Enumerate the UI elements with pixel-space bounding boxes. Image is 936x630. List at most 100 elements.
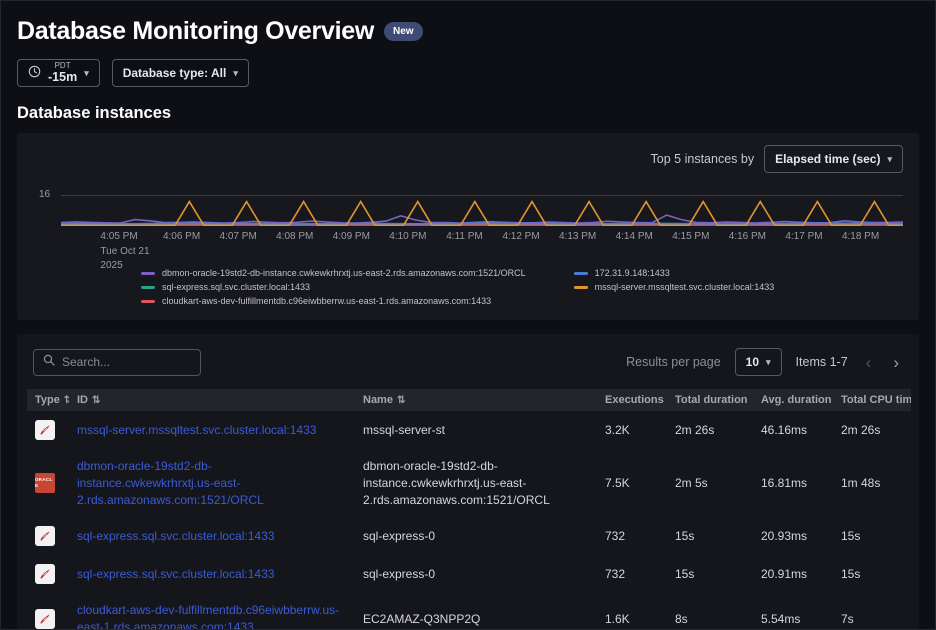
instance-id-link[interactable]: cloudkart-aws-dev-fulfillmentdb.c96eiwbb…	[77, 603, 339, 630]
instance-id-link[interactable]: sql-express.sql.svc.cluster.local:1433	[77, 529, 274, 543]
legend-label: dbmon-oracle-19std2-db-instance.cwkewkrh…	[162, 268, 526, 278]
dashboard: Database Monitoring Overview New PDT -15…	[0, 0, 936, 630]
cell-id: mssql-server.mssqltest.svc.cluster.local…	[69, 411, 355, 449]
page-size-dropdown[interactable]: 10 ▾	[735, 348, 782, 376]
previous-page-button[interactable]: ‹	[862, 354, 876, 371]
instance-id-link[interactable]: dbmon-oracle-19std2-db-instance.cwkewkrh…	[77, 459, 264, 507]
column-header-name[interactable]: Name⇅	[355, 389, 597, 411]
chevron-down-icon: ▾	[84, 68, 89, 79]
x-tick: 4:05 PMTue Oct 212025	[100, 230, 149, 274]
cell-total-duration: 2m 26s	[667, 411, 753, 449]
sql-server-db-icon	[35, 609, 55, 629]
instance-id-link[interactable]: mssql-server.mssqltest.svc.cluster.local…	[77, 423, 316, 437]
database-type-dropdown[interactable]: Database type: All ▾	[112, 59, 249, 87]
pagination-controls: Results per page 10 ▾ Items 1-7 ‹ ›	[626, 348, 903, 376]
metric-dropdown[interactable]: Elapsed time (sec) ▾	[764, 145, 903, 173]
instances-table: Type⇅ID⇅Name⇅Executions⇅Total duration↓A…	[27, 389, 911, 630]
y-axis-tick: 16	[39, 189, 50, 200]
legend-column-1: dbmon-oracle-19std2-db-instance.cwkewkrh…	[141, 268, 526, 306]
chevron-down-icon: ▾	[887, 154, 892, 165]
cell-total-duration: 2m 5s	[667, 449, 753, 517]
new-badge: New	[384, 22, 423, 41]
cell-name: mssql-server-st	[355, 411, 597, 449]
cell-total-duration: 8s	[667, 593, 753, 630]
clock-icon	[28, 65, 41, 81]
oracle-db-icon: ORACLE	[35, 473, 55, 493]
x-axis-ticks: 4:05 PMTue Oct 2120254:06 PM4:07 PM4:08 …	[61, 226, 903, 268]
column-header-executions[interactable]: Executions⇅	[597, 389, 667, 411]
legend-item[interactable]: cloudkart-aws-dev-fulfillmentdb.c96eiwbb…	[141, 296, 526, 306]
time-range-picker[interactable]: PDT -15m ▾	[17, 59, 100, 87]
x-tick-date: 2025	[100, 259, 149, 274]
legend-label: sql-express.sql.svc.cluster.local:1433	[162, 282, 310, 292]
x-tick-time: 4:15 PM	[672, 230, 709, 245]
legend-label: mssql-server.mssqltest.svc.cluster.local…	[595, 282, 775, 292]
legend-label: cloudkart-aws-dev-fulfillmentdb.c96eiwbb…	[162, 296, 491, 306]
cell-name: sql-express-0	[355, 517, 597, 555]
column-header-type[interactable]: Type⇅	[27, 389, 69, 411]
page-title: Database Monitoring Overview	[17, 17, 374, 46]
legend-swatch	[141, 300, 155, 303]
cell-avg-duration: 46.16ms	[753, 411, 833, 449]
legend-item[interactable]: 172.31.9.148:1433	[574, 268, 775, 278]
legend-column-2: 172.31.9.148:1433 mssql-server.mssqltest.…	[574, 268, 775, 306]
instances-chart-svg	[61, 196, 903, 226]
x-tick-date: Tue Oct 21	[100, 245, 149, 260]
metric-dropdown-value: Elapsed time (sec)	[775, 152, 880, 166]
cell-type	[27, 593, 69, 630]
column-header-id[interactable]: ID⇅	[69, 389, 355, 411]
cell-total-cpu-time: 15s	[833, 555, 911, 593]
cell-executions: 7.5K	[597, 449, 667, 517]
x-tick-time: 4:17 PM	[785, 230, 822, 245]
chart-toolbar: Top 5 instances by Elapsed time (sec) ▾	[33, 145, 903, 173]
filter-bar: PDT -15m ▾ Database type: All ▾	[17, 59, 919, 87]
sort-desc-icon: ↓	[752, 395, 753, 406]
table-header-row: Type⇅ID⇅Name⇅Executions⇅Total duration↓A…	[27, 389, 911, 411]
x-tick-time: 4:13 PM	[559, 230, 596, 245]
time-range-label: -15m	[48, 71, 77, 84]
column-header-avg-duration[interactable]: Avg. duration⇅	[753, 389, 833, 411]
cell-id: sql-express.sql.svc.cluster.local:1433	[69, 517, 355, 555]
table-body: mssql-server.mssqltest.svc.cluster.local…	[27, 411, 911, 630]
cell-avg-duration: 5.54ms	[753, 593, 833, 630]
cell-id: cloudkart-aws-dev-fulfillmentdb.c96eiwbb…	[69, 593, 355, 630]
cell-total-cpu-time: 1m 48s	[833, 449, 911, 517]
cell-type	[27, 411, 69, 449]
x-tick-time: 4:14 PM	[616, 230, 653, 245]
next-page-button[interactable]: ›	[889, 354, 903, 371]
items-range-label: Items 1-7	[796, 355, 848, 369]
x-tick: 4:18 PM	[842, 230, 879, 245]
legend-swatch	[574, 272, 588, 275]
legend-item[interactable]: sql-express.sql.svc.cluster.local:1433	[141, 282, 526, 292]
cell-type	[27, 555, 69, 593]
cell-total-cpu-time: 2m 26s	[833, 411, 911, 449]
x-tick-time: 4:06 PM	[163, 230, 200, 245]
x-tick: 4:10 PM	[389, 230, 426, 245]
cell-executions: 3.2K	[597, 411, 667, 449]
x-tick: 4:06 PM	[163, 230, 200, 245]
column-header-total-duration[interactable]: Total duration↓	[667, 389, 753, 411]
cell-name: sql-express-0	[355, 555, 597, 593]
cell-executions: 732	[597, 555, 667, 593]
cell-total-duration: 15s	[667, 517, 753, 555]
x-tick: 4:12 PM	[502, 230, 539, 245]
instance-id-link[interactable]: sql-express.sql.svc.cluster.local:1433	[77, 567, 274, 581]
chevron-down-icon: ▾	[766, 357, 771, 368]
x-tick-time: 4:12 PM	[502, 230, 539, 245]
x-tick: 4:14 PM	[616, 230, 653, 245]
section-title-database-instances: Database instances	[17, 104, 919, 123]
x-tick-time: 4:05 PM	[100, 230, 149, 245]
sql-server-db-icon	[35, 420, 55, 440]
table-row: mssql-server.mssqltest.svc.cluster.local…	[27, 411, 911, 449]
cell-id: dbmon-oracle-19std2-db-instance.cwkewkrh…	[69, 449, 355, 517]
legend-item[interactable]: mssql-server.mssqltest.svc.cluster.local…	[574, 282, 775, 292]
chart-series-line-0	[61, 215, 903, 223]
x-tick: 4:11 PM	[446, 230, 483, 245]
search-input[interactable]	[62, 355, 191, 369]
column-header-total-cpu-time[interactable]: Total CPU time⇅	[833, 389, 911, 411]
legend-item[interactable]: dbmon-oracle-19std2-db-instance.cwkewkrh…	[141, 268, 526, 278]
search-input-wrapper[interactable]	[33, 349, 201, 376]
top5-label: Top 5 instances by	[651, 152, 755, 166]
chart-plot-area[interactable]	[61, 195, 903, 226]
database-type-label: Database type: All	[123, 66, 227, 80]
